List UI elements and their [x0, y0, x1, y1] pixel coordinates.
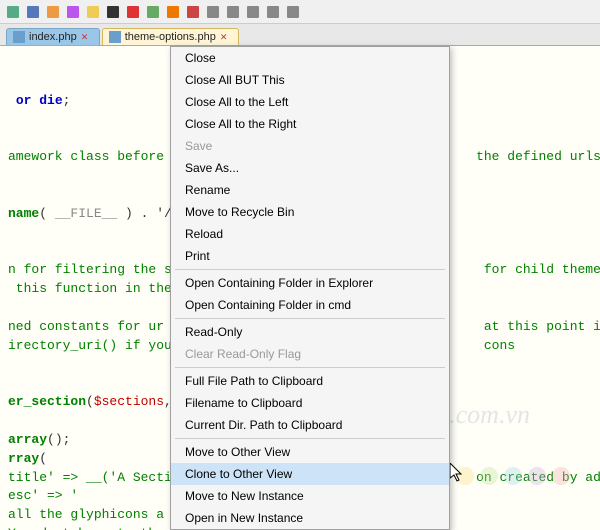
- menu-item-move-to-recycle-bin[interactable]: Move to Recycle Bin: [171, 201, 449, 223]
- menu-item-read-only[interactable]: Read-Only: [171, 321, 449, 343]
- file-tab[interactable]: index.php ✕: [6, 28, 100, 45]
- menu-item-close-all-but-this[interactable]: Close All BUT This: [171, 69, 449, 91]
- menu-item-move-to-new-instance[interactable]: Move to New Instance: [171, 485, 449, 507]
- record-icon[interactable]: [184, 3, 202, 21]
- text-icon[interactable]: [104, 3, 122, 21]
- forward-icon[interactable]: [264, 3, 282, 21]
- pdf-icon[interactable]: [124, 3, 142, 21]
- menu-item-current-dir-path-to-clipboard[interactable]: Current Dir. Path to Clipboard: [171, 414, 449, 436]
- menu-item-open-containing-folder-in-explorer[interactable]: Open Containing Folder in Explorer: [171, 272, 449, 294]
- image-icon[interactable]: [144, 3, 162, 21]
- menu-item-clone-to-other-view[interactable]: Clone to Other View: [171, 463, 449, 485]
- tab-context-menu: CloseClose All BUT ThisClose All to the …: [170, 46, 450, 530]
- menu-separator: [175, 269, 445, 270]
- close-icon[interactable]: ✕: [220, 32, 230, 42]
- menu-item-close-all-to-the-left[interactable]: Close All to the Left: [171, 91, 449, 113]
- new-icon[interactable]: [4, 3, 22, 21]
- menu-item-filename-to-clipboard[interactable]: Filename to Clipboard: [171, 392, 449, 414]
- file-icon: [109, 31, 121, 43]
- menu-separator: [175, 367, 445, 368]
- file-icon: [13, 31, 25, 43]
- menu-item-save-as[interactable]: Save As...: [171, 157, 449, 179]
- menu-item-open-containing-folder-in-cmd[interactable]: Open Containing Folder in cmd: [171, 294, 449, 316]
- list-icon[interactable]: [24, 3, 42, 21]
- menu-item-move-to-other-view[interactable]: Move to Other View: [171, 441, 449, 463]
- menu-item-print[interactable]: Print: [171, 245, 449, 267]
- rewind-icon[interactable]: [204, 3, 222, 21]
- menu-item-save: Save: [171, 135, 449, 157]
- menu-separator: [175, 318, 445, 319]
- tab-bar: index.php ✕ theme-options.php ✕: [0, 24, 600, 46]
- eye-icon[interactable]: [164, 3, 182, 21]
- menu-item-close-all-to-the-right[interactable]: Close All to the Right: [171, 113, 449, 135]
- highlight-icon[interactable]: [84, 3, 102, 21]
- menu-item-rename[interactable]: Rename: [171, 179, 449, 201]
- menu-item-open-in-new-instance[interactable]: Open in New Instance: [171, 507, 449, 529]
- play-icon[interactable]: [244, 3, 262, 21]
- stop-icon[interactable]: [224, 3, 242, 21]
- menu-separator: [175, 438, 445, 439]
- indent-icon[interactable]: [44, 3, 62, 21]
- menu-item-full-file-path-to-clipboard[interactable]: Full File Path to Clipboard: [171, 370, 449, 392]
- close-icon[interactable]: ✕: [81, 32, 91, 42]
- file-tab[interactable]: theme-options.php ✕: [102, 28, 239, 45]
- menu-item-clear-read-only-flag: Clear Read-Only Flag: [171, 343, 449, 365]
- para-icon[interactable]: [64, 3, 82, 21]
- menu-item-close[interactable]: Close: [171, 47, 449, 69]
- toolbar: [0, 0, 600, 24]
- tab-label: theme-options.php: [125, 31, 216, 43]
- tab-label: index.php: [29, 31, 77, 43]
- skip-icon[interactable]: [284, 3, 302, 21]
- menu-item-reload[interactable]: Reload: [171, 223, 449, 245]
